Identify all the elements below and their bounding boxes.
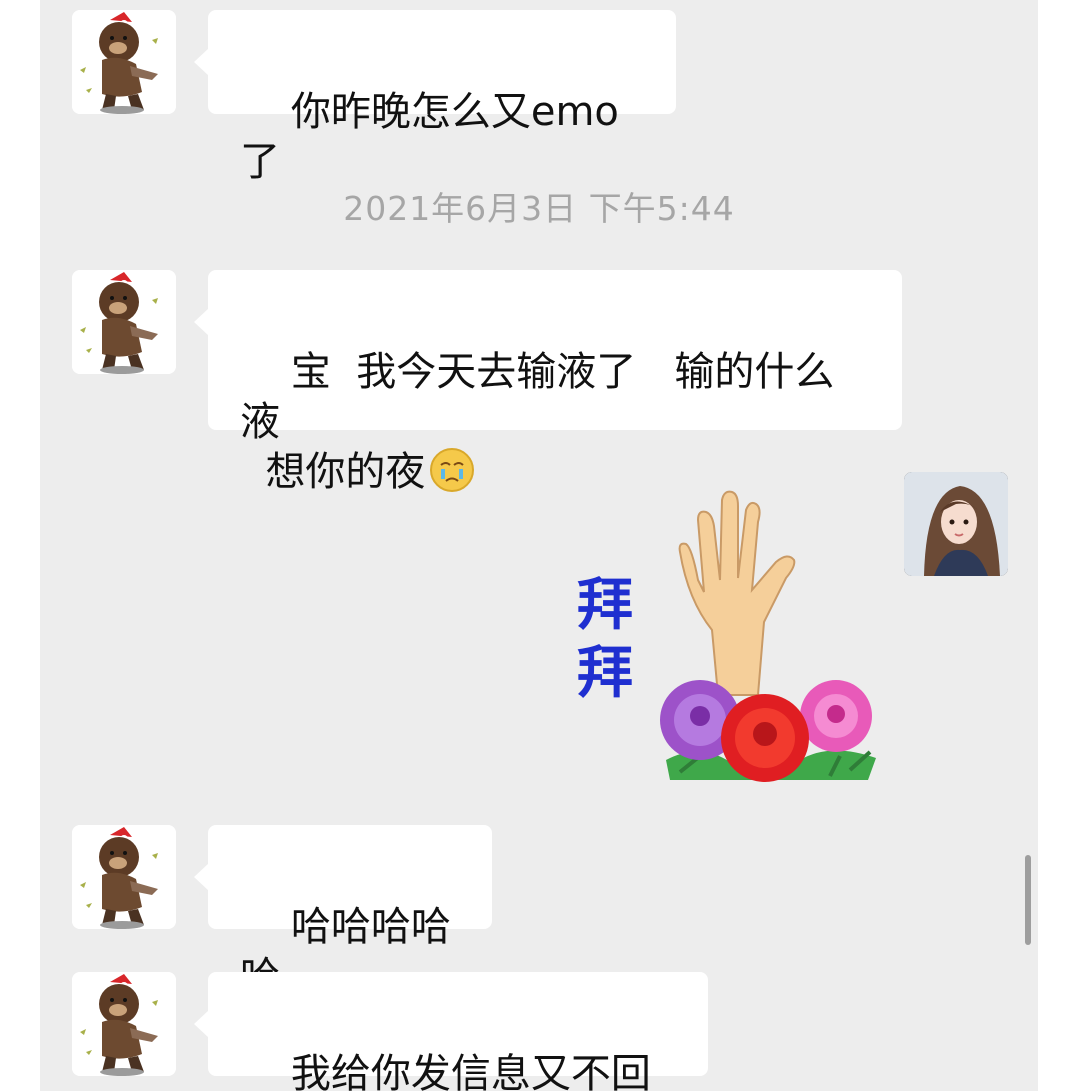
- message-bubble[interactable]: 宝 我今天去输液了 输的什么液 想你的夜: [194, 270, 902, 495]
- message-bubble[interactable]: 我给你发信息又不回: [194, 972, 708, 1091]
- self-avatar[interactable]: [904, 472, 1008, 576]
- message-text: 我给你发信息又不回: [290, 1051, 651, 1091]
- bear-avatar-icon: [72, 270, 176, 374]
- message-text: 你昨晚怎么又emo了: [240, 89, 619, 185]
- message-text: 宝 我今天去输液了 输的什么液 想你的夜: [240, 349, 835, 495]
- message-bubble[interactable]: 你昨晚怎么又emo了: [194, 10, 676, 185]
- bear-avatar-icon: [72, 825, 176, 929]
- timestamp: 2021年6月3日 下午5:44: [343, 189, 735, 228]
- contact-avatar[interactable]: [72, 825, 176, 929]
- message-bubble[interactable]: 哈哈哈哈哈: [194, 825, 492, 1000]
- contact-avatar[interactable]: [72, 10, 176, 114]
- contact-avatar[interactable]: [72, 972, 176, 1076]
- bye-bye-sticker-icon[interactable]: [600, 480, 900, 790]
- scrollbar[interactable]: [1025, 855, 1031, 945]
- user-avatar-icon: [904, 472, 1008, 576]
- chat-area[interactable]: 你昨晚怎么又emo了 2021年6月3日 下午5:44 宝 我今天去输液了 输的…: [40, 0, 1038, 1091]
- contact-avatar[interactable]: [72, 270, 176, 374]
- crying-face-emoji-icon: [430, 448, 475, 492]
- bear-avatar-icon: [72, 10, 176, 114]
- bear-avatar-icon: [72, 972, 176, 1076]
